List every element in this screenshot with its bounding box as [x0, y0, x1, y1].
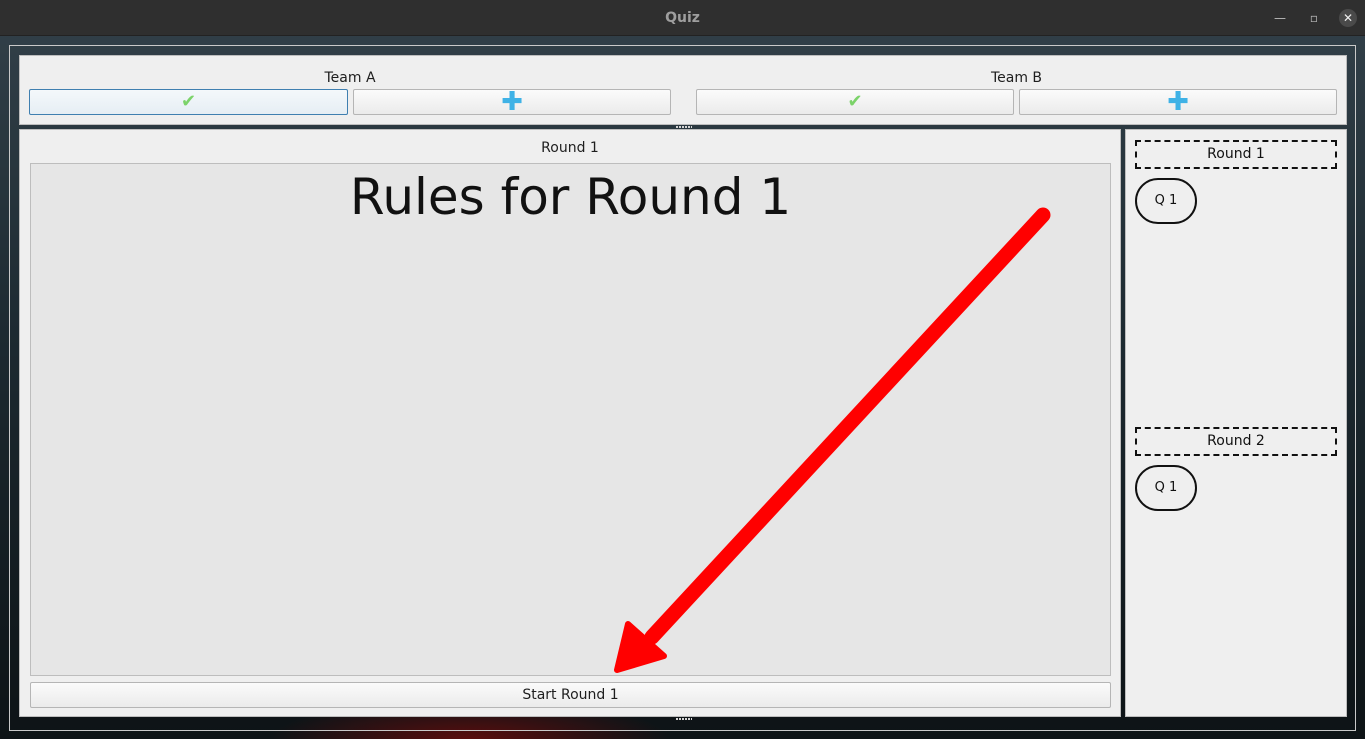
rules-heading: Rules for Round 1 [349, 168, 792, 226]
plus-icon: ✚ [501, 87, 523, 117]
team-b-label: Team B [990, 70, 1043, 86]
close-icon[interactable]: ✕ [1339, 9, 1357, 27]
plus-icon: ✚ [1167, 87, 1189, 117]
team-a-correct-button[interactable]: ✔ [29, 89, 348, 115]
team-panel: Team A ✔ ✚ Team B ✔ ✚ [19, 55, 1347, 125]
round-2-question-1[interactable]: Q 1 [1135, 465, 1197, 511]
round-title: Round 1 [541, 140, 599, 156]
round-1-question-1[interactable]: Q 1 [1135, 178, 1197, 224]
splitter-handle-bottom[interactable] [676, 718, 692, 720]
round-1-header[interactable]: Round 1 [1135, 140, 1337, 169]
team-b-correct-button[interactable]: ✔ [696, 89, 1014, 115]
rules-display: Rules for Round 1 [30, 163, 1111, 676]
round-2-header[interactable]: Round 2 [1135, 427, 1337, 456]
window-title: Quiz [665, 10, 700, 26]
rounds-sidebar: Round 1 Q 1 Round 2 Q 1 [1125, 129, 1347, 717]
start-round-label: Start Round 1 [522, 687, 619, 703]
check-icon: ✔ [847, 91, 863, 112]
window-titlebar: Quiz — ▫ ✕ [0, 0, 1365, 36]
round-panel: Round 1 Rules for Round 1 Start Round 1 [19, 129, 1121, 717]
team-b-add-button[interactable]: ✚ [1019, 89, 1337, 115]
check-icon: ✔ [180, 91, 197, 112]
maximize-icon[interactable]: ▫ [1305, 9, 1323, 27]
start-round-button[interactable]: Start Round 1 [30, 682, 1111, 708]
team-a-add-button[interactable]: ✚ [353, 89, 671, 115]
minimize-icon[interactable]: — [1271, 9, 1289, 27]
team-a-label: Team A [324, 70, 376, 86]
splitter-handle[interactable] [676, 126, 692, 128]
